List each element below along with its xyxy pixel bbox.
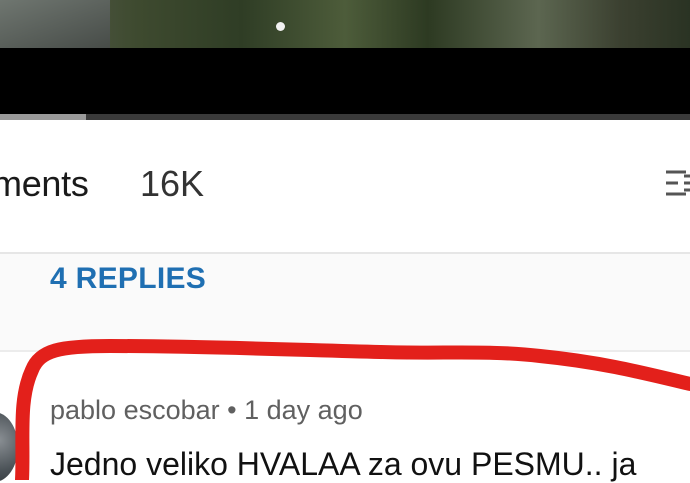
video-frame-lamp: [276, 22, 285, 31]
video-frame: [0, 0, 690, 48]
comment-meta: pablo escobar • 1 day ago: [50, 395, 363, 426]
sort-icon[interactable]: [664, 164, 690, 204]
comment-time: 1 day ago: [244, 395, 363, 425]
comment-text: Jedno veliko HVALAA za ovu PESMU.. ja: [50, 446, 637, 482]
meta-separator: •: [227, 395, 237, 425]
video-player[interactable]: [0, 0, 690, 120]
view-replies-link[interactable]: 4 REPLIES: [50, 262, 206, 296]
comments-count: 16K: [140, 163, 205, 204]
comments-title: ments: [0, 163, 89, 204]
replies-section: 4 REPLIES: [0, 254, 690, 352]
comment-author[interactable]: pablo escobar: [50, 395, 220, 425]
video-frame-roof: [0, 0, 110, 48]
comments-header[interactable]: ments 16K: [0, 120, 690, 254]
